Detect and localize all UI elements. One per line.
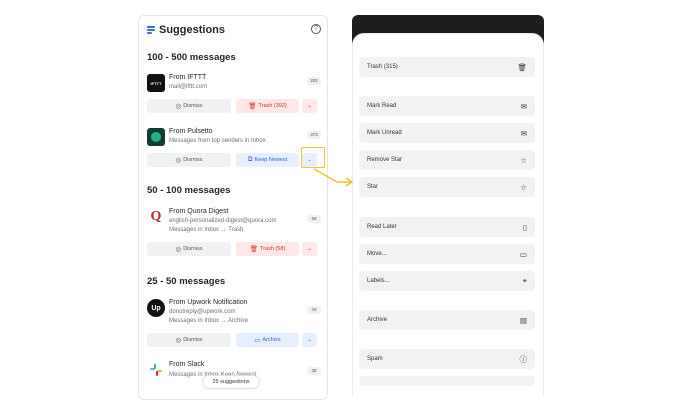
- section-title: 100 - 500 messages: [147, 52, 236, 63]
- dismiss-button[interactable]: ◎ Dismiss: [147, 153, 231, 167]
- sender-subtitle: Messages from top senders in Inbox: [169, 138, 266, 144]
- section-title: 50 - 100 messages: [147, 185, 231, 196]
- archive-icon: ▤: [519, 315, 527, 325]
- eye-off-icon: ◎: [175, 103, 182, 110]
- menu-item-archive[interactable]: Archive ▤: [359, 310, 535, 330]
- page-title: Suggestions: [159, 24, 226, 36]
- menu-item-label: Move...: [367, 251, 387, 257]
- message-count: 58: [307, 215, 321, 223]
- trash-icon: 🗑: [248, 103, 257, 110]
- menu-item-spam[interactable]: Spam ⓘ: [359, 349, 535, 369]
- message-count: 38: [307, 367, 321, 375]
- slack-logo: [147, 361, 165, 379]
- eye-off-icon: ◎: [175, 157, 182, 164]
- sender-email: english-personalized-digest@quora.com: [169, 218, 277, 224]
- keep-newest-label: Keep Newest: [254, 157, 288, 163]
- trash-icon: 🗑: [517, 62, 527, 72]
- callout-arrow: [313, 168, 354, 187]
- message-count: 202: [307, 77, 321, 85]
- list-icon: [147, 26, 155, 34]
- menu-item-label: Trash (315): [367, 64, 398, 70]
- trash-label: Trash (392): [258, 103, 287, 109]
- suggestions-header: Suggestions ?: [147, 23, 321, 37]
- menu-item-star[interactable]: Star ☆: [359, 177, 535, 197]
- sender-name: From Slack: [169, 361, 205, 368]
- dismiss-label: Dismiss: [183, 103, 203, 109]
- dismiss-button[interactable]: ◎ Dismiss: [147, 333, 231, 347]
- pulsetto-logo: [147, 128, 165, 146]
- menu-item-label: Archive: [367, 317, 388, 323]
- menu-item-label: Mark Read: [367, 103, 397, 109]
- star-off-icon: ☆: [520, 155, 527, 165]
- help-icon[interactable]: ?: [311, 24, 321, 34]
- actions-sheet: ✕ Trash (315) 🗑 Mark Read ✉ Mark Unread …: [352, 15, 544, 400]
- keep-newest-button[interactable]: ⧉ Keep Newest: [236, 153, 299, 167]
- sender-card: From Pulsetto Messages from top senders …: [147, 128, 321, 172]
- sender-email: mail@ifttt.com: [169, 84, 208, 90]
- archive-label: Archive: [262, 337, 281, 343]
- section-title: 25 - 50 messages: [147, 276, 226, 287]
- sender-name: From IFTTT: [169, 74, 207, 81]
- highlight-box: [301, 147, 325, 168]
- menu-item-labels[interactable]: Labels... ⌖: [359, 271, 535, 291]
- archive-icon: ▭: [254, 337, 261, 344]
- menu-item-partial[interactable]: [359, 376, 535, 386]
- keep-newest-icon: ⧉: [247, 156, 253, 163]
- envelope-icon: ✉: [520, 128, 527, 138]
- sender-card: Q From Quora Digest english-personalized…: [147, 208, 321, 262]
- suggestions-count-badge: 25 suggestions: [202, 375, 260, 389]
- sender-card: Up From Upwork Notification donotreply@u…: [147, 299, 321, 353]
- trash-button[interactable]: 🗑 Trash (58): [236, 242, 299, 256]
- menu-item-label: Remove Star: [367, 157, 403, 163]
- star-icon: ☆: [520, 182, 527, 192]
- trash-icon: 🗑: [249, 246, 259, 253]
- chevron-down-icon[interactable]: ⌄: [302, 333, 317, 347]
- trash-label: Trash (58): [260, 246, 286, 252]
- menu-item-label: Mark Unread: [367, 130, 402, 136]
- menu-item-label: Read Later: [367, 224, 397, 230]
- eye-off-icon: ◎: [175, 337, 182, 344]
- message-count: 373: [307, 131, 321, 139]
- dismiss-label: Dismiss: [183, 337, 203, 343]
- envelope-open-icon: ✉: [520, 101, 527, 111]
- menu-item-label: Star: [367, 184, 379, 190]
- dismiss-button[interactable]: ◎ Dismiss: [147, 99, 231, 113]
- chevron-down-icon[interactable]: ⌄: [302, 242, 317, 256]
- archive-button[interactable]: ▭ Archive: [236, 333, 299, 347]
- menu-item-label: Spam: [367, 356, 383, 362]
- chevron-down-icon[interactable]: ⌄: [302, 99, 317, 113]
- dismiss-label: Dismiss: [183, 246, 203, 252]
- bookmark-icon: ▯: [522, 222, 527, 232]
- trash-button[interactable]: 🗑 Trash (392): [236, 99, 299, 113]
- sender-rule: Messages in Inbox → Trash: [169, 227, 244, 233]
- sender-name: From Upwork Notification: [169, 299, 248, 306]
- sender-name: From Pulsetto: [169, 128, 213, 135]
- dismiss-label: Dismiss: [183, 157, 203, 163]
- ifttt-logo: IFTTT: [147, 74, 165, 92]
- menu-item-mark-unread[interactable]: Mark Unread ✉: [359, 123, 535, 143]
- menu-item-mark-read[interactable]: Mark Read ✉: [359, 96, 535, 116]
- sender-rule: Messages in Inbox → Archive: [169, 318, 249, 324]
- upwork-logo: Up: [147, 299, 165, 317]
- folder-icon: ▭: [519, 249, 527, 259]
- message-count: 43: [307, 306, 321, 314]
- eye-off-icon: ◎: [175, 246, 182, 253]
- dismiss-button[interactable]: ◎ Dismiss: [147, 242, 231, 256]
- menu-item-trash[interactable]: Trash (315) 🗑: [359, 57, 535, 77]
- sender-email: donotreply@upwork.com: [169, 309, 236, 315]
- menu-item-remove-star[interactable]: Remove Star ☆: [359, 150, 535, 170]
- sender-card: IFTTT From IFTTT mail@ifttt.com 202 ◎ Dis…: [147, 74, 321, 118]
- menu-item-read-later[interactable]: Read Later ▯: [359, 217, 535, 237]
- menu-item-move[interactable]: Move... ▭: [359, 244, 535, 264]
- spam-icon: ⓘ: [519, 354, 528, 364]
- sender-name: From Quora Digest: [169, 208, 229, 215]
- tag-icon: ⌖: [522, 276, 527, 285]
- suggestions-panel: Suggestions ? 100 - 500 messages IFTTT F…: [138, 15, 328, 400]
- quora-logo: Q: [147, 208, 165, 226]
- menu-item-label: Labels...: [367, 278, 390, 284]
